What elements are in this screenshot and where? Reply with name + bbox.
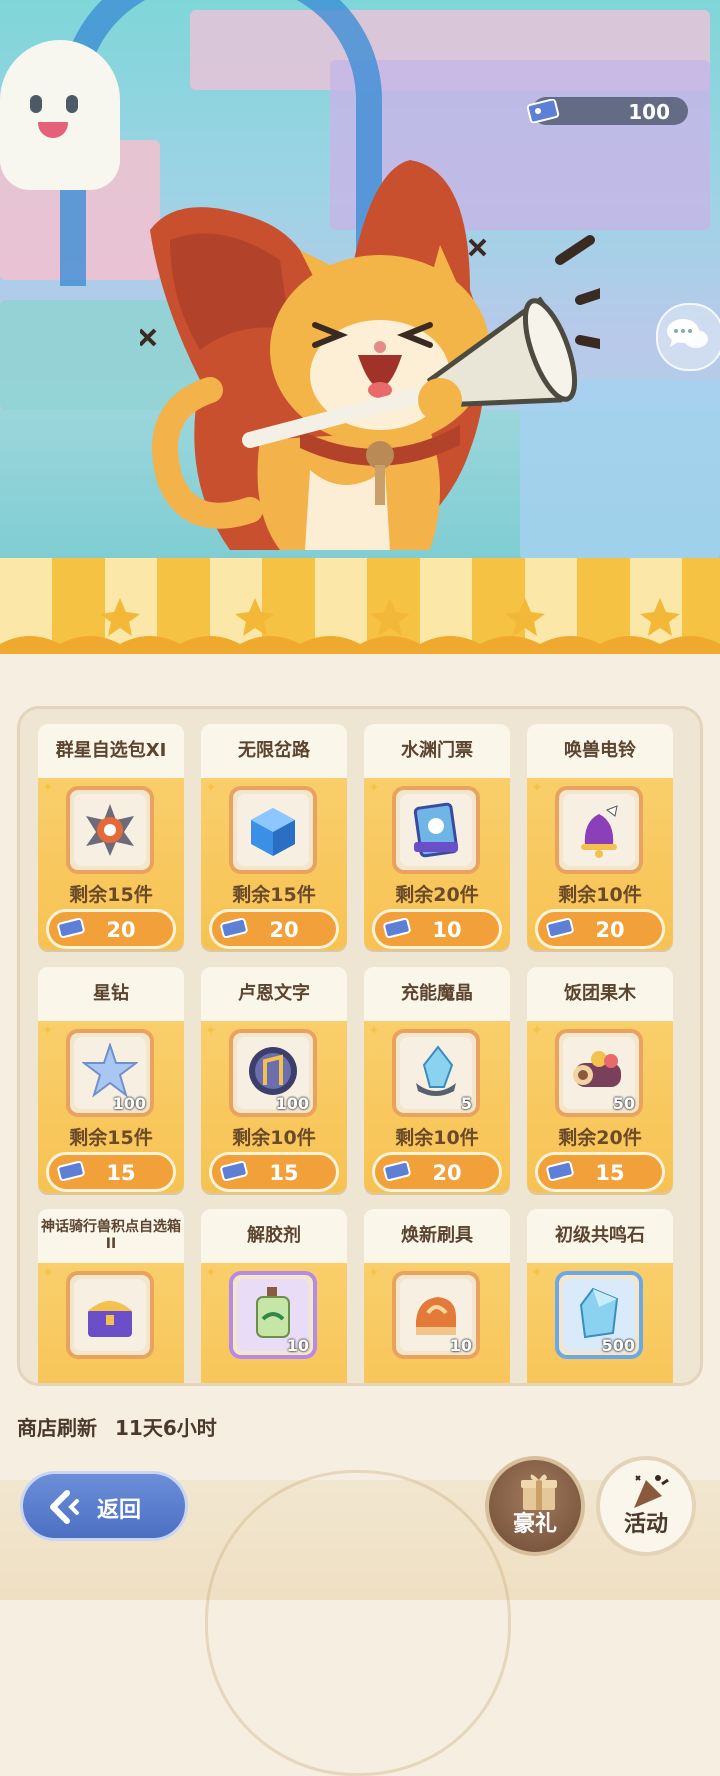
item-remaining: 剩余15件 — [69, 1127, 153, 1149]
item-name: 焕新刷具 — [401, 1225, 473, 1246]
item-remaining: 剩余10件 — [558, 884, 642, 906]
item-quantity: 100 — [112, 1094, 146, 1113]
shop-item-card[interactable]: 无限岔路 ✦ 剩余15件 20 — [201, 724, 347, 950]
shop-item-card[interactable]: 水渊门票 ✦ 剩余20件 10 — [364, 724, 510, 950]
item-icon-frame — [555, 786, 643, 874]
currency-amount: 100 — [628, 100, 670, 124]
item-icon-frame: 5 — [392, 1029, 480, 1117]
shop-refresh-timer: 商店刷新 11天6小时 — [17, 1412, 217, 1441]
buy-button[interactable]: 15 — [209, 1152, 339, 1192]
item-icon-frame: 500 — [555, 1271, 643, 1359]
item-remaining: 剩余15件 — [69, 884, 153, 906]
item-remaining: 剩余20件 — [395, 884, 479, 906]
star-pack-icon — [86, 804, 134, 856]
item-remaining: 剩余20件 — [558, 1127, 642, 1149]
shop-item-card[interactable]: 星钻 ✦ 100 剩余15件 15 — [38, 967, 184, 1193]
item-quantity: 50 — [612, 1094, 635, 1113]
item-price: 10 — [432, 918, 462, 942]
buy-button[interactable]: 20 — [535, 909, 665, 949]
item-icon-frame: 10 — [229, 1271, 317, 1359]
back-button[interactable]: 返回 — [20, 1471, 188, 1541]
item-icon-frame: 100 — [66, 1029, 154, 1117]
item-name: 卢恩文字 — [238, 983, 310, 1004]
resonance-stone-icon — [579, 1287, 619, 1339]
bottle-icon — [256, 1287, 290, 1338]
currency-display: 100 — [526, 97, 688, 125]
ticket-card-icon — [413, 802, 459, 858]
item-remaining: 剩余15件 — [232, 884, 316, 906]
shop-item-card[interactable]: 唤兽电铃 ✦ 剩余10件 20 — [527, 724, 673, 950]
back-label: 返回 — [97, 1498, 142, 1523]
shop-awning — [0, 558, 720, 654]
buy-button[interactable]: 20 — [46, 909, 176, 949]
gift-button[interactable]: 豪礼 — [485, 1456, 585, 1556]
food-log-icon — [573, 1051, 621, 1087]
item-name: 水渊门票 — [401, 740, 473, 761]
item-name: 初级共鸣石 — [555, 1225, 645, 1246]
item-quantity: 500 — [601, 1336, 635, 1355]
item-name: 充能魔晶 — [401, 983, 473, 1004]
buy-button[interactable]: 15 — [46, 1152, 176, 1192]
buy-button[interactable]: 15 — [535, 1152, 665, 1192]
item-name: 饭团果木 — [564, 983, 636, 1004]
event-button[interactable]: 活动 — [596, 1456, 696, 1556]
star-diamond-icon — [82, 1043, 138, 1098]
item-icon-frame: 100 — [229, 1029, 317, 1117]
item-price: 20 — [269, 918, 299, 942]
item-price: 20 — [595, 918, 625, 942]
item-price: 15 — [106, 1161, 136, 1185]
refresh-label: 商店刷新 — [17, 1416, 97, 1440]
ghost-mascot-illustration — [0, 40, 120, 190]
shop-item-card[interactable]: 焕新刷具 ✦ 10 — [364, 1209, 510, 1383]
shop-item-card[interactable]: 卢恩文字 ✦ 100 剩余10件 15 — [201, 967, 347, 1193]
item-icon-frame — [392, 786, 480, 874]
item-name: 星钻 — [93, 983, 129, 1004]
item-price: 20 — [106, 918, 136, 942]
brush-icon — [416, 1297, 456, 1335]
item-quantity: 10 — [449, 1336, 472, 1355]
item-name: 解胶剂 — [247, 1225, 301, 1246]
shop-item-card[interactable]: 群星自选包XI ✦ 剩余15件 20 — [38, 724, 184, 950]
item-name: 神话骑行兽积点自选箱II — [41, 1219, 181, 1252]
item-price: 20 — [432, 1161, 462, 1185]
buy-button[interactable]: 20 — [209, 909, 339, 949]
item-icon-frame: 50 — [555, 1029, 643, 1117]
cat-mascot-illustration — [140, 160, 600, 550]
item-icon-frame — [66, 786, 154, 874]
chat-button[interactable] — [656, 303, 720, 371]
shop-item-grid: 群星自选包XI ✦ 剩余15件 20 无限岔路 ✦ 剩余15件 20 水渊门票 … — [17, 706, 703, 1386]
gift-label: 豪礼 — [512, 1512, 557, 1537]
shop-item-card[interactable]: 充能魔晶 ✦ 5 剩余10件 20 — [364, 967, 510, 1193]
item-price: 15 — [595, 1161, 625, 1185]
item-remaining: 剩余10件 — [232, 1127, 316, 1149]
treasure-chest-icon — [88, 1301, 132, 1337]
shop-item-card[interactable]: 神话骑行兽积点自选箱II ✦ — [38, 1209, 184, 1383]
item-icon-frame: 10 — [392, 1271, 480, 1359]
rune-orb-icon — [249, 1047, 297, 1095]
bell-icon — [581, 805, 618, 858]
item-price: 15 — [269, 1161, 299, 1185]
item-name: 无限岔路 — [238, 740, 310, 761]
item-quantity: 5 — [460, 1094, 472, 1113]
buy-button[interactable]: 20 — [372, 1152, 502, 1192]
refresh-time: 11天6小时 — [115, 1416, 217, 1440]
item-quantity: 100 — [275, 1094, 309, 1113]
chevron-left-icon — [50, 1490, 79, 1524]
hero-banner: 100 — [0, 0, 720, 565]
shop-item-card[interactable]: 初级共鸣石 ✦ 500 — [527, 1209, 673, 1383]
item-name: 唤兽电铃 — [564, 740, 636, 761]
shop-item-card[interactable]: 解胶剂 ✦ 10 — [201, 1209, 347, 1383]
event-label: 活动 — [623, 1512, 668, 1537]
item-quantity: 10 — [286, 1336, 309, 1355]
buy-button[interactable]: 10 — [372, 909, 502, 949]
shop-item-card[interactable]: 饭团果木 ✦ 50 剩余20件 15 — [527, 967, 673, 1193]
cube-icon — [251, 808, 295, 856]
crystal-icon — [416, 1045, 456, 1096]
chat-bubbles-icon — [667, 319, 708, 348]
item-icon-frame — [66, 1271, 154, 1359]
item-icon-frame — [229, 786, 317, 874]
item-name: 群星自选包XI — [55, 740, 167, 761]
item-remaining: 剩余10件 — [395, 1127, 479, 1149]
decorative-emblem — [205, 1470, 511, 1776]
